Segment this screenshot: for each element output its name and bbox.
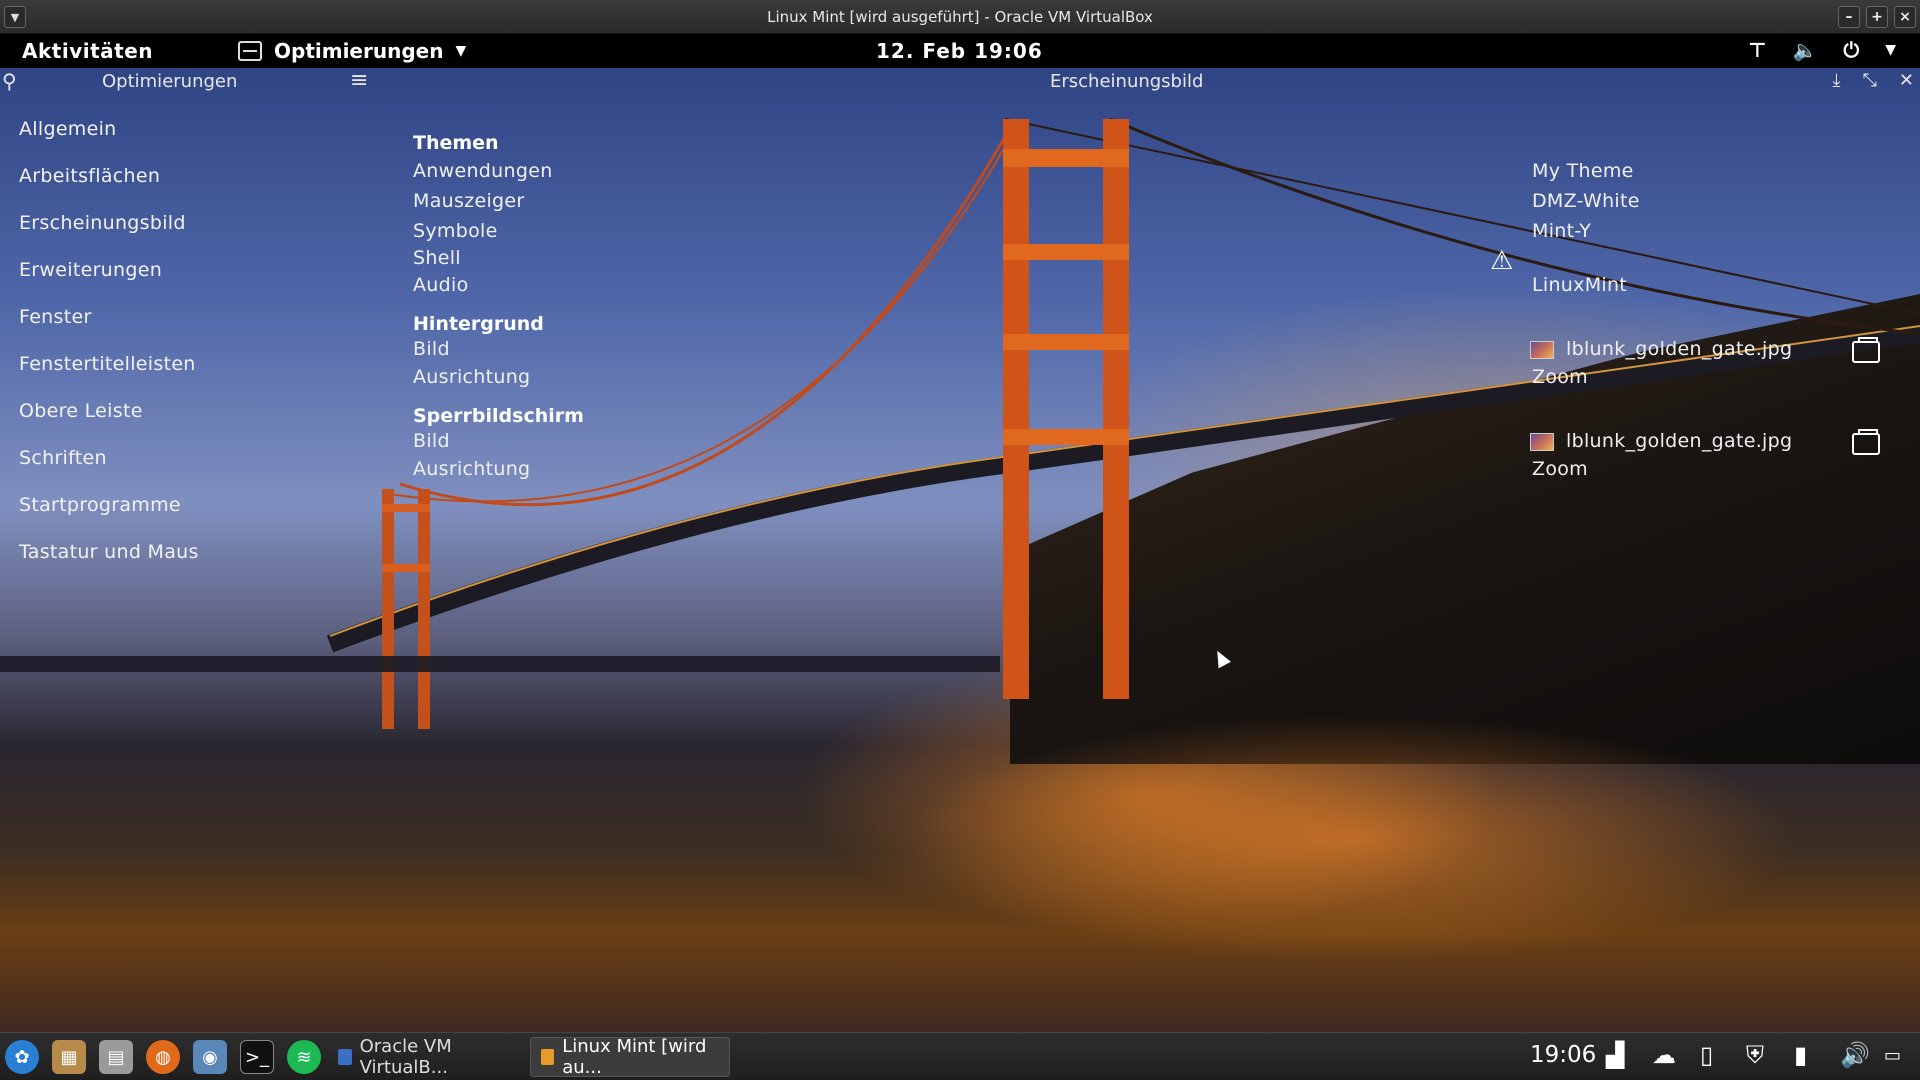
audio-label: Audio [413,274,469,296]
app-menu-label: Optimierungen [274,39,444,63]
hamburger-menu-icon[interactable]: ≡ [350,68,368,93]
minimize-icon[interactable]: ⤓ [1833,70,1841,91]
icons-label: Symbole [413,220,498,242]
sidebar-item-erweiterungen[interactable]: Erweiterungen [19,259,162,281]
terminal-launcher-icon[interactable]: >_ [240,1040,274,1074]
power-icon: ⏻ [1843,38,1860,62]
search-icon[interactable]: ⚲ [2,69,17,93]
tweaks-icon [541,1049,555,1065]
page-title: Erscheinungsbild [1050,71,1204,92]
cursor-theme-select[interactable]: DMZ-White [1532,190,1640,212]
window-menu-button[interactable]: ▼ [4,6,26,28]
lockscreen-adjustment-select[interactable]: Zoom [1532,458,1588,480]
window-title: Linux Mint [wird ausgeführt] - Oracle VM… [767,7,1153,26]
sidebar-item-allgemein[interactable]: Allgemein [19,118,117,140]
close-icon[interactable]: ✕ [1899,70,1914,91]
background-image-chooser[interactable]: lblunk_golden_gate.jpg [1566,338,1792,360]
background-image-label: Bild [413,338,450,360]
lockscreen-image-label: Bild [413,430,450,452]
image-file-icon [1530,433,1554,451]
icons-theme-select[interactable]: Mint-Y [1532,220,1591,242]
shell-label: Shell [413,247,461,269]
folder-open-icon[interactable] [1852,337,1880,363]
guest-screen: Aktivitäten Optimierungen ▼ 12. Feb 19:0… [0,34,1920,1080]
sidebar-title: Optimierungen [102,71,238,92]
firefox-launcher-icon[interactable]: ◍ [146,1040,180,1074]
sidebar-item-startprogramme[interactable]: Startprogramme [19,494,181,516]
clipboard-icon[interactable]: ▯ [1700,1041,1713,1069]
shield-icon[interactable]: ⛨ [1746,1041,1764,1069]
activities-button[interactable]: Aktivitäten [22,39,153,63]
close-button[interactable]: × [1894,6,1916,28]
menu-launcher-icon[interactable]: ✿ [5,1040,39,1074]
taskbar-item-label: Linux Mint [wird au... [562,1036,707,1078]
spotify-launcher-icon[interactable]: ≋ [287,1040,321,1074]
applications-label: Anwendungen [413,160,553,182]
weather-icon[interactable]: ☁ [1652,1041,1676,1069]
chevron-down-icon: ▼ [1885,42,1896,58]
chromium-launcher-icon[interactable]: ◉ [193,1040,227,1074]
bottom-panel: ✿ ▦ ▤ ◍ ◉ >_ ≋ Oracle VM VirtualB... Lin… [0,1032,1920,1080]
gnome-top-bar: Aktivitäten Optimierungen ▼ 12. Feb 19:0… [0,34,1920,68]
cursor-label: Mauszeiger [413,190,525,212]
applications-theme-select[interactable]: My Theme [1532,160,1634,182]
background-adjustment-select[interactable]: Zoom [1532,366,1588,388]
tweaks-header-bar: ⚲ Optimierungen ≡ Erscheinungsbild ⤓ ⤡ ✕ [0,68,1920,98]
host-window-titlebar: ▼ Linux Mint [wird ausgeführt] - Oracle … [0,0,1920,34]
sidebar-item-fenstertitelleisten[interactable]: Fenstertitelleisten [19,353,196,375]
background-header: Hintergrund [413,313,544,335]
audio-theme-select[interactable]: LinuxMint [1532,274,1627,296]
maximize-button[interactable]: + [1866,6,1888,28]
app-menu[interactable]: Optimierungen ▼ [238,39,466,63]
themes-header: Themen [413,132,499,154]
show-desktop-icon[interactable]: ▭ [1884,1045,1901,1066]
top-bar-clock[interactable]: 12. Feb 19:06 [876,39,1043,63]
taskbar-item-linux-mint[interactable]: Linux Mint [wird au... [530,1036,730,1078]
folder-open-icon[interactable] [1852,429,1880,455]
virtualbox-icon [338,1049,352,1065]
background-adjustment-label: Ausrichtung [413,366,531,388]
warning-icon: ⚠ [1490,246,1514,276]
sidebar-item-tastatur-und-maus[interactable]: Tastatur und Maus [19,541,199,563]
lockscreen-image-chooser[interactable]: lblunk_golden_gate.jpg [1566,430,1792,452]
system-menu[interactable]: ⊤ 🔈 ⏻ ▼ [1748,38,1896,62]
archive-launcher-icon[interactable]: ▦ [52,1040,86,1074]
sidebar-item-obere-leiste[interactable]: Obere Leiste [19,400,143,422]
network-signal-icon[interactable]: ▟ [1606,1041,1624,1069]
chevron-down-icon: ▼ [455,43,467,59]
volume-icon: 🔈 [1792,38,1818,62]
restore-icon[interactable]: ⤡ [1863,70,1877,91]
tweaks-app-icon [238,41,262,61]
volume-icon[interactable]: 🔊 [1840,1041,1870,1069]
sidebar-item-schriften[interactable]: Schriften [19,447,107,469]
taskbar-item-virtualbox[interactable]: Oracle VM VirtualB... [328,1036,528,1078]
sidebar-item-erscheinungsbild[interactable]: Erscheinungsbild [19,212,186,234]
lockscreen-header: Sperrbildschirm [413,405,584,427]
panel-clock[interactable]: 19:06 [1530,1042,1596,1068]
sidebar-item-arbeitsflaechen[interactable]: Arbeitsflächen [19,165,160,187]
files-launcher-icon[interactable]: ▤ [99,1040,133,1074]
minimize-button[interactable]: – [1838,6,1860,28]
lockscreen-adjustment-label: Ausrichtung [413,458,531,480]
battery-icon[interactable]: ▮ [1794,1041,1807,1069]
sidebar-item-fenster[interactable]: Fenster [19,306,92,328]
image-file-icon [1530,341,1554,359]
taskbar-item-label: Oracle VM VirtualB... [359,1036,452,1078]
network-icon: ⊤ [1748,38,1767,62]
